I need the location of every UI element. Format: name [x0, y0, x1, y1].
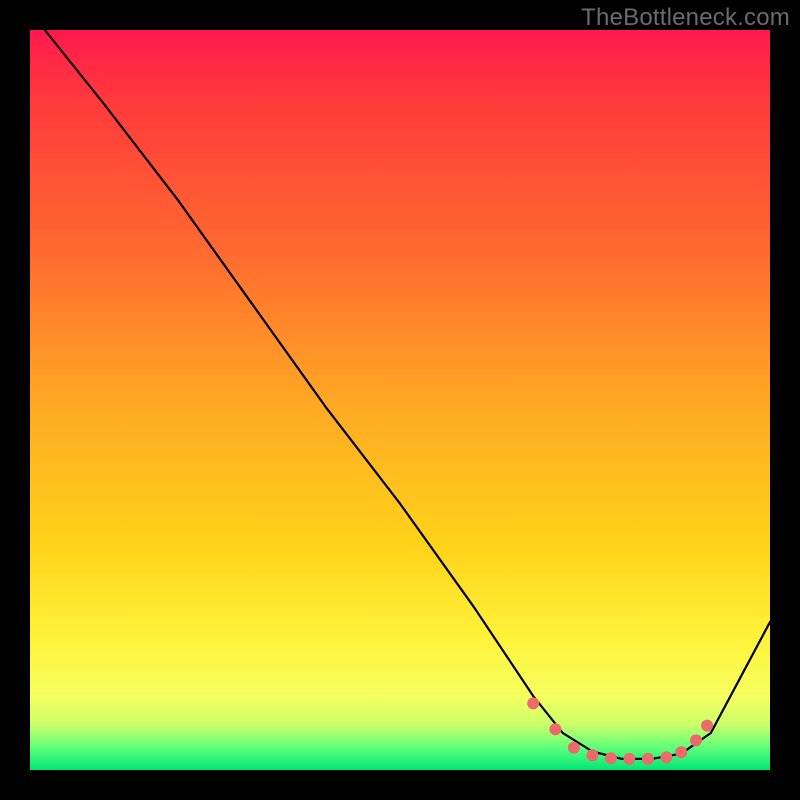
optimum-dot — [701, 720, 713, 732]
optimum-dot — [623, 753, 635, 765]
bottleneck-curve — [45, 30, 770, 759]
plot-area — [30, 30, 770, 770]
chart-frame: TheBottleneck.com — [0, 0, 800, 800]
chart-svg — [30, 30, 770, 770]
optimum-dot — [568, 742, 580, 754]
watermark-text: TheBottleneck.com — [581, 4, 790, 32]
optimum-dot — [642, 753, 654, 765]
optimum-dot — [549, 723, 561, 735]
optimum-dot — [586, 749, 598, 761]
optimum-dot-group — [527, 697, 713, 765]
optimum-dot — [605, 752, 617, 764]
optimum-dot — [527, 697, 539, 709]
optimum-dot — [660, 751, 672, 763]
optimum-dot — [675, 746, 687, 758]
optimum-dot — [690, 734, 702, 746]
